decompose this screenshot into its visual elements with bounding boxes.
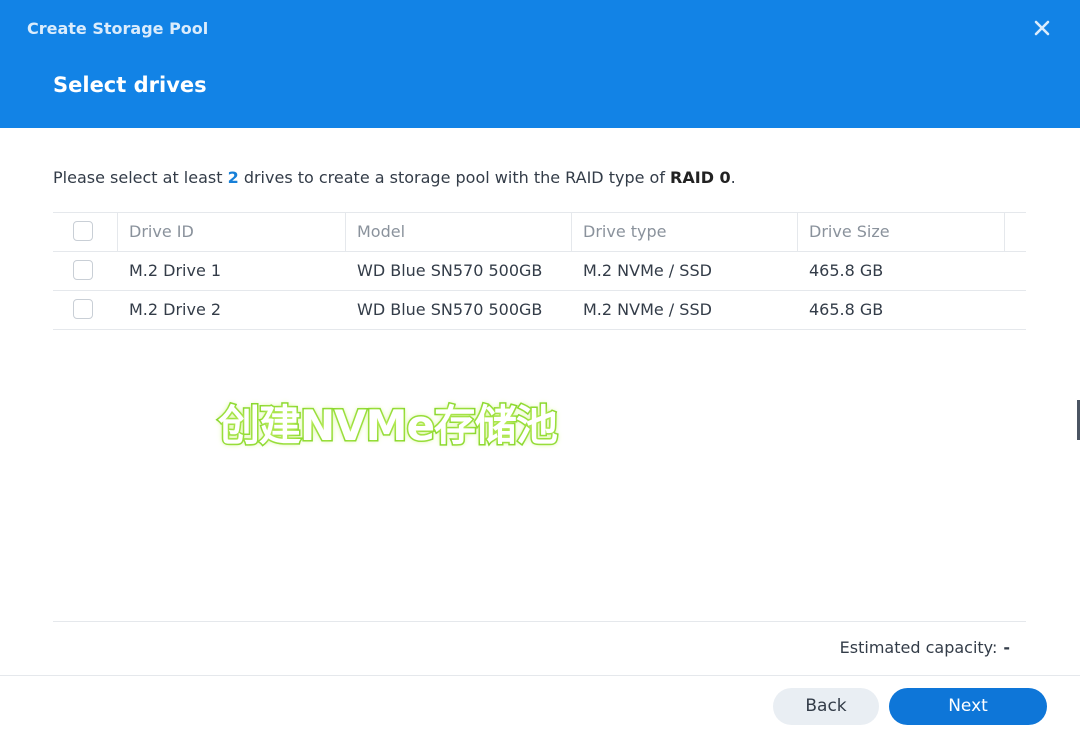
back-button[interactable]: Back <box>773 688 879 725</box>
divider <box>0 675 1080 676</box>
column-divider <box>571 213 572 251</box>
dialog-header: Create Storage Pool Select drives <box>0 0 1080 128</box>
min-drive-count: 2 <box>227 168 239 187</box>
table-header-row: Drive ID Model Drive type Drive Size <box>53 212 1026 252</box>
column-header-drive-size[interactable]: Drive Size <box>809 213 890 251</box>
select-all-checkbox[interactable] <box>73 221 93 241</box>
row-checkbox[interactable] <box>73 260 93 280</box>
column-header-model[interactable]: Model <box>357 213 405 251</box>
close-icon <box>1034 20 1050 36</box>
raid-type: RAID 0 <box>670 168 731 187</box>
drive-type-cell: M.2 NVMe / SSD <box>583 300 712 319</box>
column-divider <box>1004 213 1005 251</box>
drive-id-cell: M.2 Drive 2 <box>129 300 222 319</box>
row-checkbox[interactable] <box>73 299 93 319</box>
column-divider <box>117 213 118 251</box>
estimated-capacity: Estimated capacity: - <box>840 638 1010 657</box>
column-header-drive-id[interactable]: Drive ID <box>129 213 194 251</box>
column-divider <box>345 213 346 251</box>
close-button[interactable] <box>1030 16 1054 40</box>
model-cell: WD Blue SN570 500GB <box>357 261 543 280</box>
instructions-suffix: . <box>730 168 736 187</box>
drive-id-cell: M.2 Drive 1 <box>129 261 222 280</box>
drive-table: Drive ID Model Drive type Drive Size M.2… <box>53 212 1026 330</box>
estimated-capacity-label: Estimated capacity: <box>839 638 998 657</box>
table-row[interactable]: M.2 Drive 1 WD Blue SN570 500GB M.2 NVMe… <box>53 252 1026 291</box>
table-row[interactable]: M.2 Drive 2 WD Blue SN570 500GB M.2 NVMe… <box>53 291 1026 330</box>
step-title: Select drives <box>53 73 207 97</box>
instructions-prefix: Please select at least <box>53 168 228 187</box>
drive-size-cell: 465.8 GB <box>809 300 884 319</box>
instructions-middle: drives to create a storage pool with the… <box>238 168 671 187</box>
video-caption-overlay: 创建NVMe存储池 <box>217 400 560 452</box>
column-divider <box>797 213 798 251</box>
column-header-drive-type[interactable]: Drive type <box>583 213 666 251</box>
model-cell: WD Blue SN570 500GB <box>357 300 543 319</box>
next-button[interactable]: Next <box>889 688 1047 725</box>
divider <box>53 621 1026 622</box>
dialog-title: Create Storage Pool <box>27 19 209 38</box>
drive-size-cell: 465.8 GB <box>809 261 884 280</box>
instructions-text: Please select at least 2 drives to creat… <box>53 168 736 187</box>
drive-type-cell: M.2 NVMe / SSD <box>583 261 712 280</box>
estimated-capacity-value: - <box>1003 638 1010 657</box>
